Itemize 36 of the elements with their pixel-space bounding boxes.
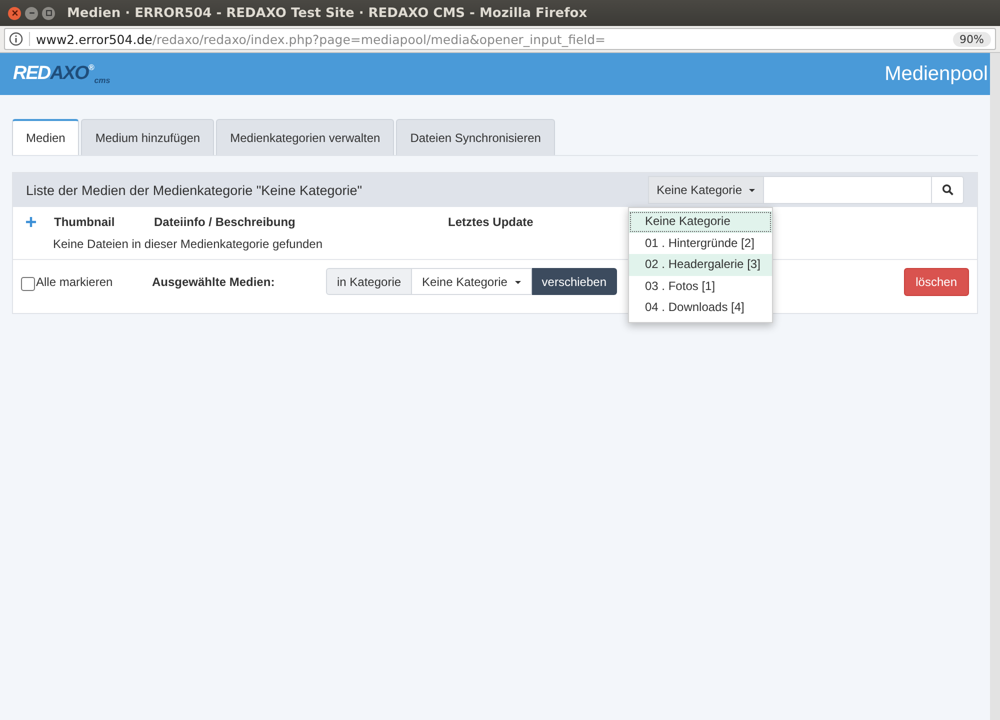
category-select[interactable]: Keine Kategorie <box>648 176 764 204</box>
dropdown-option[interactable]: 01 . Hintergründe [2] <box>629 232 772 254</box>
search-icon <box>942 184 954 196</box>
dropdown-option[interactable]: 04 . Downloads [4] <box>629 297 772 318</box>
selected-media-label: Ausgewählte Medien: <box>152 274 276 288</box>
dropdown-option[interactable]: 02 . Headergalerie [3] <box>629 254 772 276</box>
close-icon[interactable] <box>8 6 21 20</box>
add-icon[interactable] <box>26 217 36 227</box>
select-all-checkbox[interactable] <box>21 276 35 290</box>
info-icon[interactable] <box>9 32 23 46</box>
checkbox-label: Alle markieren <box>36 274 113 288</box>
window-title: Medien · ERROR504 - REDAXO Test Site · REDAXO CMS - Mozilla Firefox <box>67 6 588 20</box>
tab[interactable]: Medienkategorien verwalten <box>216 119 394 155</box>
move-button[interactable]: verschieben <box>532 268 616 295</box>
logo: REDAXO$^{®}$ cms <box>13 63 110 85</box>
minimize-icon[interactable] <box>25 6 38 20</box>
maximize-icon[interactable] <box>42 6 55 20</box>
address-bar[interactable]: www2.error504.de/redaxo/redaxo/index.php?page=mediapool/media&opener_input_field= 90% <box>4 28 996 50</box>
search-field[interactable] <box>764 176 932 204</box>
panel-title: Liste der Medien der Medienkategorie "Keine Kategorie" <box>26 182 362 198</box>
delete-button[interactable]: löschen <box>904 268 969 296</box>
scrollbar[interactable] <box>990 53 1000 720</box>
move-category-select[interactable]: Keine Kategorie <box>412 268 532 295</box>
url-text: www2.error504.de/redaxo/redaxo/index.php?page=mediapool/media&opener_input_field= <box>36 32 607 46</box>
search-button[interactable] <box>932 176 964 204</box>
tab[interactable]: Dateien Synchronisieren <box>396 119 555 155</box>
column-header: Letztes Update <box>448 215 534 229</box>
page-title: Medienpool <box>884 62 989 86</box>
dropdown-option[interactable]: 03 . Fotos [1] <box>629 276 772 297</box>
move-prefix: in Kategorie <box>326 268 412 295</box>
column-header: Dateiinfo / Beschreibung <box>154 215 296 229</box>
tab[interactable]: Medien <box>12 119 80 155</box>
zoom-badge[interactable]: 90% <box>952 32 991 46</box>
dropdown-option[interactable]: Keine Kategorie <box>629 211 772 232</box>
tab[interactable]: Medium hinzufügen <box>81 119 214 155</box>
column-header: Thumbnail <box>54 215 116 229</box>
